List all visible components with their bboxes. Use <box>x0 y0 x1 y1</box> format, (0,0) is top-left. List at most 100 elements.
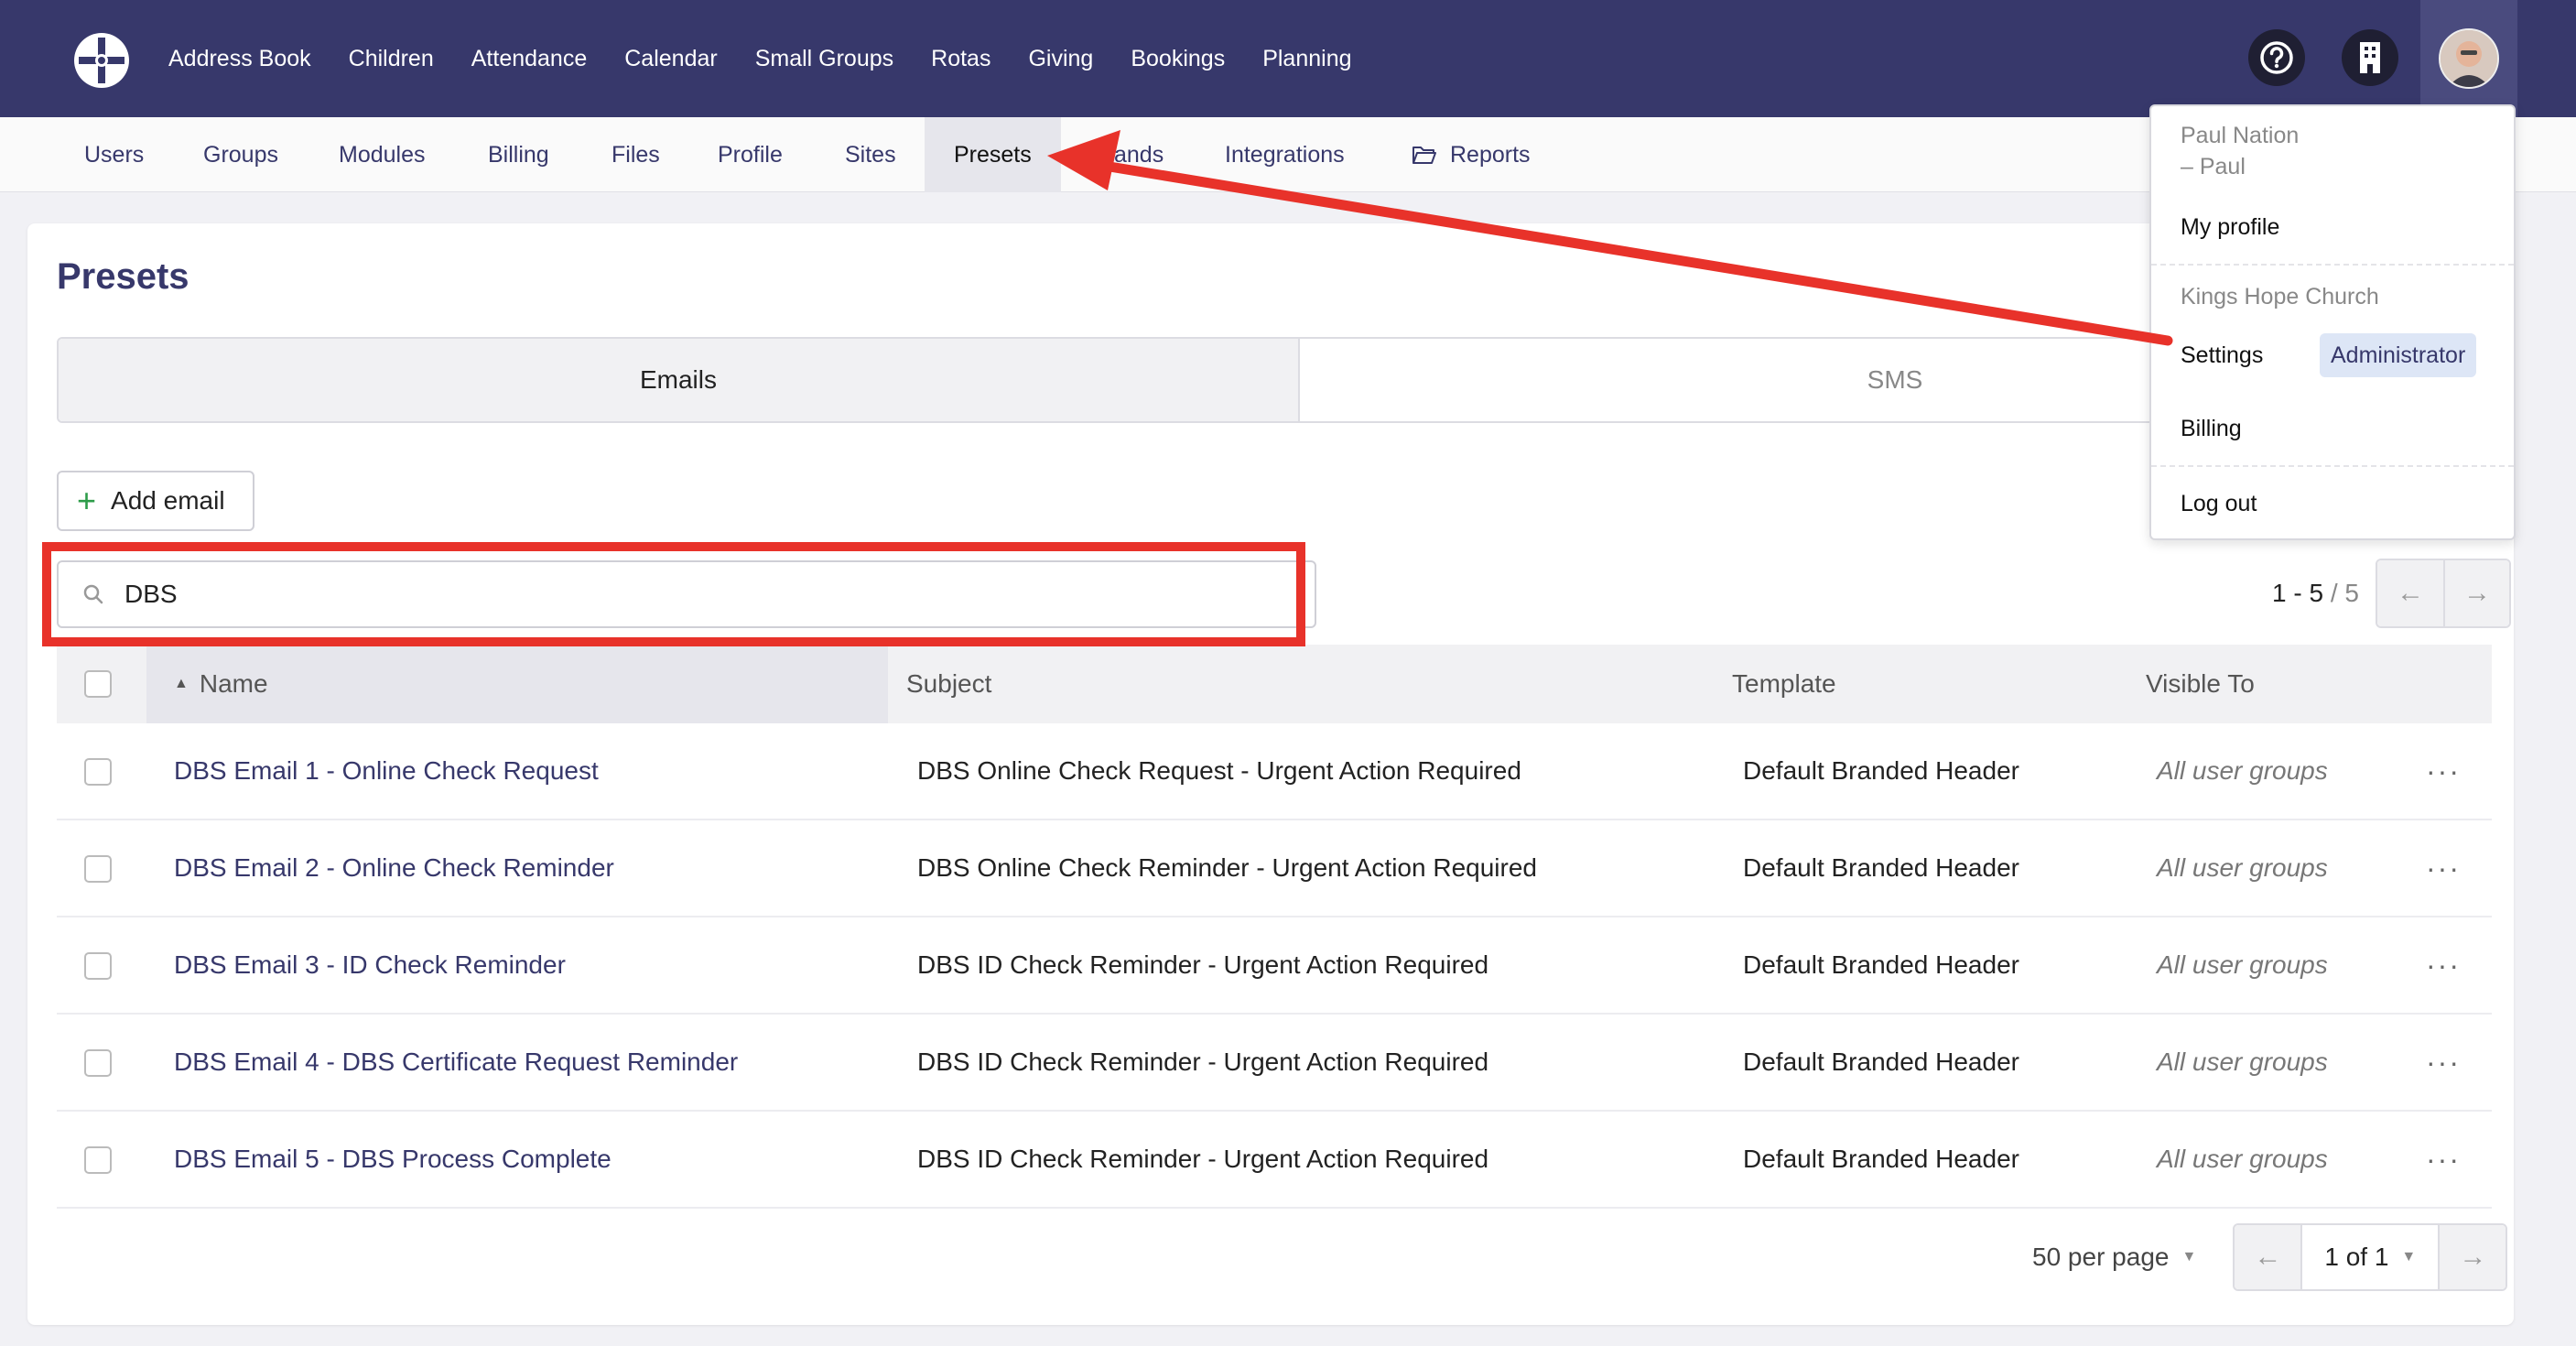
question-circle-icon <box>2260 41 2293 74</box>
page-select-label: 1 of 1 <box>2324 1243 2389 1271</box>
row-checkbox[interactable] <box>84 952 112 980</box>
table-row: DBS Email 1 - Online Check Request DBS O… <box>57 723 2492 820</box>
preset-name-link[interactable]: DBS Email 5 - DBS Process Complete <box>174 1145 612 1174</box>
subnav-groups[interactable]: Groups <box>174 117 308 192</box>
preset-name-cell: DBS Email 1 - Online Check Request <box>174 723 599 819</box>
row-more-icon[interactable]: ··· <box>2426 1112 2461 1207</box>
subnav-profile[interactable]: Profile <box>688 117 812 192</box>
row-checkbox[interactable] <box>84 1146 112 1174</box>
table-header: ▲ Name Subject Template Visible To <box>57 645 2492 723</box>
subject-cell: DBS Online Check Reminder - Urgent Actio… <box>917 853 1537 882</box>
row-checkbox[interactable] <box>84 1049 112 1077</box>
log-out-link[interactable]: Log out <box>2181 491 2257 517</box>
presets-table: ▲ Name Subject Template Visible To DBS E… <box>57 645 2492 1209</box>
menu-divider <box>2151 465 2514 467</box>
result-total: / 5 <box>2330 579 2359 607</box>
arrow-left-icon: ← <box>2254 1242 2282 1272</box>
next-page-button[interactable]: → <box>2442 560 2509 626</box>
help-button[interactable] <box>2248 29 2305 86</box>
template-cell: Default Branded Header <box>1743 756 2019 785</box>
row-checkbox[interactable] <box>84 855 112 883</box>
subnav-integrations[interactable]: Integrations <box>1196 117 1374 192</box>
table-row: DBS Email 2 - Online Check Reminder DBS … <box>57 820 2492 917</box>
preset-name-link[interactable]: DBS Email 4 - DBS Certificate Request Re… <box>174 1047 738 1077</box>
visible-to-cell: All user groups <box>2157 853 2328 882</box>
pager-top-buttons: ← → <box>2375 559 2511 628</box>
nav-planning[interactable]: Planning <box>1262 46 1351 72</box>
top-navigation: Address Book Children Attendance Calenda… <box>0 0 2576 117</box>
church-logo-icon[interactable] <box>71 30 132 91</box>
caret-down-icon: ▼ <box>2181 1249 2197 1265</box>
billing-link[interactable]: Billing <box>2181 416 2242 442</box>
subnav-users[interactable]: Users <box>55 117 173 192</box>
visible-to-cell: All user groups <box>2157 756 2328 785</box>
row-more-icon[interactable]: ··· <box>2426 820 2461 916</box>
template-cell: Default Branded Header <box>1743 853 2019 882</box>
column-header-visible-to[interactable]: Visible To <box>2146 645 2255 723</box>
next-page-button[interactable]: → <box>2440 1225 2506 1289</box>
nav-giving[interactable]: Giving <box>1028 46 1093 72</box>
settings-link[interactable]: Settings <box>2181 342 2263 369</box>
subnav-billing[interactable]: Billing <box>459 117 579 192</box>
visible-to-cell: All user groups <box>2157 950 2328 979</box>
user-menu-button[interactable] <box>2420 0 2517 117</box>
nav-rotas[interactable]: Rotas <box>931 46 990 72</box>
add-email-button[interactable]: + Add email <box>57 471 254 531</box>
table-row: DBS Email 5 - DBS Process Complete DBS I… <box>57 1112 2492 1209</box>
nav-children[interactable]: Children <box>349 46 434 72</box>
subnav-brands[interactable]: Brands <box>1062 117 1193 192</box>
arrow-left-icon: ← <box>2396 578 2424 608</box>
nav-calendar[interactable]: Calendar <box>624 46 717 72</box>
presets-card: Presets Emails SMS + Add email 1 - 5 / 5… <box>27 223 2514 1325</box>
row-more-icon[interactable]: ··· <box>2426 723 2461 819</box>
row-checkbox[interactable] <box>84 758 112 786</box>
table-row: DBS Email 4 - DBS Certificate Request Re… <box>57 1015 2492 1112</box>
subject-cell: DBS ID Check Reminder - Urgent Action Re… <box>917 1145 1489 1173</box>
tab-emails[interactable]: Emails <box>59 339 1300 421</box>
organisation-button[interactable] <box>2342 29 2398 86</box>
previous-page-button[interactable]: ← <box>2376 560 2443 626</box>
folder-open-icon <box>1412 147 1436 164</box>
arrow-right-icon: → <box>2459 1242 2487 1272</box>
column-header-name-label: Name <box>199 669 268 698</box>
subnav-modules[interactable]: Modules <box>309 117 455 192</box>
preset-name-cell: DBS Email 3 - ID Check Reminder <box>174 917 566 1013</box>
column-header-template[interactable]: Template <box>1732 645 1836 723</box>
subnav-sites[interactable]: Sites <box>816 117 925 192</box>
page-title: Presets <box>57 256 189 297</box>
sort-ascending-icon: ▲ <box>174 676 189 691</box>
preset-name-link[interactable]: DBS Email 1 - Online Check Request <box>174 756 599 786</box>
previous-page-button[interactable]: ← <box>2235 1225 2301 1289</box>
nav-bookings[interactable]: Bookings <box>1131 46 1225 72</box>
page-select[interactable]: 1 of 1 ▼ <box>2300 1225 2441 1289</box>
nav-address-book[interactable]: Address Book <box>168 46 311 72</box>
preset-name-link[interactable]: DBS Email 2 - Online Check Reminder <box>174 853 614 883</box>
template-cell: Default Branded Header <box>1743 1145 2019 1173</box>
template-cell: Default Branded Header <box>1743 1047 2019 1076</box>
row-more-icon[interactable]: ··· <box>2426 917 2461 1013</box>
nav-small-groups[interactable]: Small Groups <box>755 46 893 72</box>
column-header-subject[interactable]: Subject <box>906 645 991 723</box>
role-badge: Administrator <box>2320 333 2477 377</box>
nav-attendance[interactable]: Attendance <box>471 46 588 72</box>
my-profile-link[interactable]: My profile <box>2181 214 2279 241</box>
subnav-files[interactable]: Files <box>582 117 689 192</box>
result-range: 1 - 5 <box>2272 579 2324 607</box>
subnav-presets[interactable]: Presets <box>925 117 1061 192</box>
arrow-right-icon: → <box>2462 578 2491 608</box>
template-cell: Default Branded Header <box>1743 950 2019 979</box>
organisation-name: Kings Hope Church <box>2181 284 2379 309</box>
main-nav: Address Book Children Attendance Calenda… <box>168 0 1390 117</box>
caret-down-icon: ▼ <box>2401 1249 2417 1265</box>
avatar <box>2439 28 2499 89</box>
preset-name-cell: DBS Email 5 - DBS Process Complete <box>174 1112 612 1207</box>
preset-name-cell: DBS Email 2 - Online Check Reminder <box>174 820 614 916</box>
row-more-icon[interactable]: ··· <box>2426 1015 2461 1110</box>
column-header-name[interactable]: ▲ Name <box>146 645 888 723</box>
per-page-select[interactable]: 50 per page ▼ <box>2032 1243 2196 1272</box>
select-all-checkbox[interactable] <box>84 670 112 698</box>
preset-name-link[interactable]: DBS Email 3 - ID Check Reminder <box>174 950 566 980</box>
plus-icon: + <box>77 482 97 519</box>
subnav-reports[interactable]: Reports <box>1382 117 1560 192</box>
pager-bottom-controls: ← 1 of 1 ▼ → <box>2233 1223 2508 1291</box>
